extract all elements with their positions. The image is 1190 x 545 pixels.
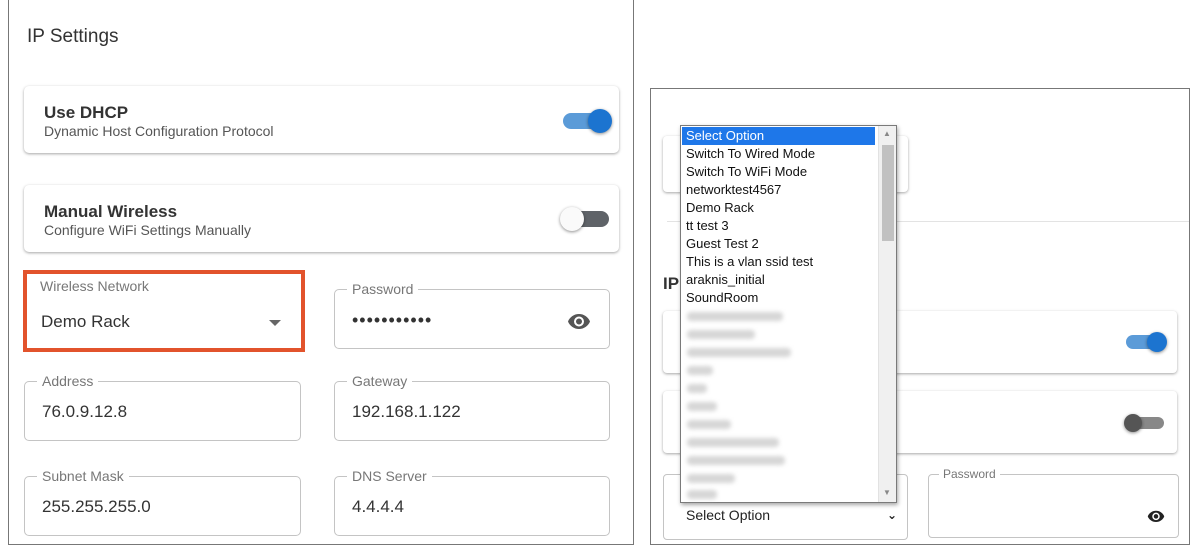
redacted-option[interactable]: [687, 330, 755, 339]
address-label: Address: [37, 373, 99, 389]
toggle-knob: [588, 109, 612, 133]
dropdown-option[interactable]: Demo Rack: [682, 199, 875, 217]
manual-wireless-title: Manual Wireless: [44, 202, 178, 221]
chevron-down-icon: ⌄: [887, 508, 898, 522]
password-field[interactable]: Password: [928, 467, 1179, 538]
subnet-mask-field[interactable]: Subnet Mask 255.255.255.0: [24, 468, 301, 536]
dropdown-option[interactable]: Guest Test 2: [682, 235, 875, 253]
redacted-option[interactable]: [687, 312, 783, 321]
dropdown-option[interactable]: Switch To Wired Mode: [682, 145, 875, 163]
address-value: 76.0.9.12.8: [42, 402, 128, 421]
redacted-option[interactable]: [687, 420, 731, 429]
redacted-option[interactable]: [687, 456, 785, 465]
gateway-field[interactable]: Gateway 192.168.1.122: [334, 373, 610, 441]
dhcp-toggle[interactable]: [1126, 332, 1167, 352]
manual-wireless-card: Manual Wireless Configure WiFi Settings …: [24, 185, 619, 252]
dropdown-option[interactable]: networktest4567: [682, 181, 875, 199]
redacted-option[interactable]: [687, 348, 791, 357]
dns-server-field[interactable]: DNS Server 4.4.4.4: [334, 468, 610, 536]
manual-wireless-toggle[interactable]: [1124, 414, 1164, 432]
password-field[interactable]: Password •••••••••••: [334, 281, 610, 349]
eye-icon[interactable]: [567, 309, 591, 333]
wireless-network-select[interactable]: Wireless Network Demo Rack: [23, 270, 305, 352]
select-value: Select Option: [686, 507, 771, 523]
eye-icon[interactable]: [1147, 507, 1165, 525]
manual-wireless-toggle[interactable]: [560, 207, 609, 231]
scroll-down-icon[interactable]: ▼: [883, 488, 891, 497]
caret-down-icon: [269, 320, 281, 326]
wireless-network-value: Demo Rack: [41, 312, 130, 331]
scrollbar-thumb[interactable]: [882, 145, 894, 241]
dhcp-title: Use DHCP: [44, 103, 129, 122]
ip-settings-panel-with-dropdown: IP ol Select Option ⌄ Password Select Op…: [650, 88, 1190, 545]
gateway-label: Gateway: [347, 373, 413, 389]
redacted-option[interactable]: [687, 402, 717, 411]
redacted-option[interactable]: [687, 366, 713, 375]
dhcp-card: Use DHCP Dynamic Host Configuration Prot…: [24, 86, 619, 153]
dropdown-option[interactable]: Select Option: [682, 127, 875, 145]
dropdown-option[interactable]: tt test 3: [682, 217, 875, 235]
ip-settings-panel: IP Settings Use DHCP Dynamic Host Config…: [8, 0, 634, 545]
manual-wireless-subtitle: Configure WiFi Settings Manually: [44, 222, 251, 238]
dns-server-value: 4.4.4.4: [352, 497, 404, 516]
redacted-option[interactable]: [687, 438, 779, 447]
dns-server-label: DNS Server: [347, 468, 432, 484]
network-options-dropdown[interactable]: Select Option Switch To Wired Mode Switc…: [680, 125, 897, 503]
redacted-option[interactable]: [687, 384, 707, 393]
redacted-option[interactable]: [687, 474, 735, 483]
wireless-network-label: Wireless Network: [35, 278, 154, 294]
subnet-mask-value: 255.255.255.0: [42, 497, 151, 516]
dropdown-scrollbar[interactable]: ▲ ▼: [878, 126, 896, 502]
password-label: Password: [939, 467, 1000, 481]
redacted-option[interactable]: [687, 490, 717, 499]
dropdown-option[interactable]: SoundRoom: [682, 289, 875, 307]
subnet-mask-label: Subnet Mask: [37, 468, 129, 484]
gateway-value: 192.168.1.122: [352, 402, 461, 421]
address-field[interactable]: Address 76.0.9.12.8: [24, 373, 301, 441]
toggle-knob: [1147, 332, 1167, 352]
password-value: •••••••••••: [352, 310, 433, 330]
dropdown-option[interactable]: araknis_initial: [682, 271, 875, 289]
password-label: Password: [347, 281, 419, 297]
page-title: IP Settings: [27, 26, 119, 47]
dhcp-subtitle: Dynamic Host Configuration Protocol: [44, 123, 274, 139]
dropdown-option[interactable]: Switch To WiFi Mode: [682, 163, 875, 181]
toggle-knob: [1124, 414, 1142, 432]
section-title-fragment: IP: [663, 274, 680, 293]
dhcp-toggle[interactable]: [563, 109, 612, 133]
scroll-up-icon[interactable]: ▲: [883, 129, 891, 138]
dropdown-option[interactable]: This is a vlan ssid test: [682, 253, 875, 271]
toggle-knob: [560, 207, 584, 231]
